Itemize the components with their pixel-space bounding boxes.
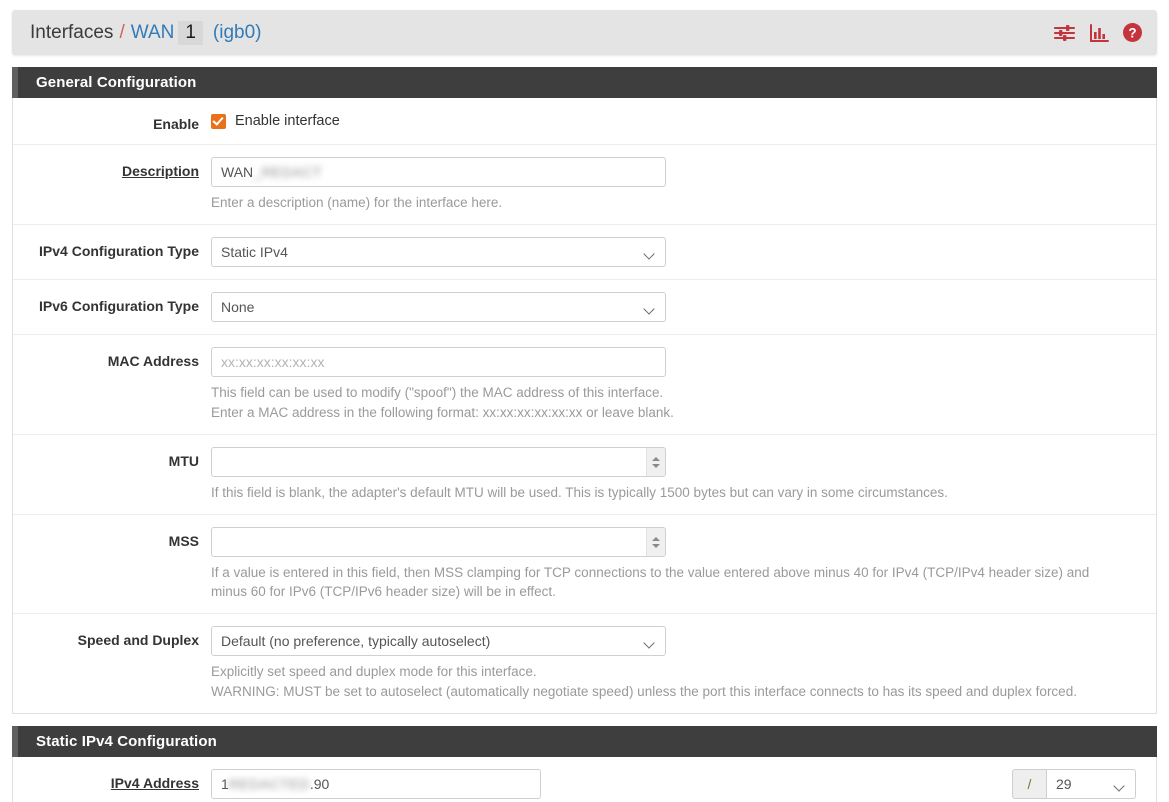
ipv4-address-value-redacted: REDACTED (228, 776, 310, 792)
general-configuration-title: General Configuration (12, 67, 1157, 98)
ipv6-config-type-control: None (211, 292, 1156, 322)
mtu-input[interactable] (211, 447, 666, 477)
speed-duplex-control: Default (no preference, typically autose… (211, 626, 1156, 701)
form-row-mac-address: MAC Address This field can be used to mo… (13, 335, 1156, 435)
header-icon-group: ? (1054, 22, 1143, 43)
mac-address-help-line1: This field can be used to modify ("spoof… (211, 385, 664, 400)
form-row-ipv4-config-type: IPv4 Configuration Type Static IPv4 (13, 225, 1156, 280)
speed-duplex-select[interactable]: Default (no preference, typically autose… (211, 626, 666, 656)
mac-address-control: This field can be used to modify ("spoof… (211, 347, 1156, 422)
breadcrumb-bar: Interfaces / WAN 1 (igb0) ? (12, 10, 1157, 55)
general-configuration-panel: General Configuration Enable Enable inte… (12, 67, 1157, 714)
description-help: Enter a description (name) for the inter… (211, 195, 503, 210)
form-row-speed-duplex: Speed and Duplex Default (no preference,… (13, 614, 1156, 713)
ipv4-address-input[interactable]: 1 REDACTED .90 (211, 769, 541, 799)
mss-help: If a value is entered in this field, the… (211, 565, 1090, 599)
label-enable: Enable (153, 116, 199, 132)
mac-address-help-line2: Enter a MAC address in the following for… (211, 405, 674, 420)
description-input[interactable]: WAN _REDACT (211, 157, 666, 187)
ipv4-prefix-value: 29 (1056, 776, 1072, 792)
breadcrumb-interface-badge: 1 (178, 20, 203, 45)
label-ipv4-address[interactable]: IPv4 Address (13, 769, 211, 791)
breadcrumb-separator: / (119, 21, 125, 43)
svg-text:?: ? (1128, 25, 1136, 40)
mss-input-wrap (211, 527, 666, 557)
static-ipv4-title: Static IPv4 Configuration (12, 726, 1157, 757)
breadcrumb-interface-link[interactable]: WAN (131, 22, 175, 44)
form-row-description: Description WAN _REDACT Enter a descripti… (13, 145, 1156, 225)
description-control: WAN _REDACT Enter a description (name) fo… (211, 157, 1156, 212)
label-ipv4-config-type: IPv4 Configuration Type (39, 243, 199, 259)
ipv4-address-control: 1 REDACTED .90 / 29 (211, 769, 1156, 799)
speed-duplex-value: Default (no preference, typically autose… (221, 633, 491, 649)
mss-input[interactable] (211, 527, 666, 557)
ipv4-address-value-suffix: .90 (309, 776, 330, 792)
ipv6-config-type-value: None (221, 299, 255, 315)
ipv4-config-type-value: Static IPv4 (221, 244, 288, 260)
description-value-redacted: _REDACT (253, 164, 323, 180)
mtu-control: If this field is blank, the adapter's de… (211, 447, 1156, 502)
ipv4-config-type-control: Static IPv4 (211, 237, 1156, 267)
ipv4-prefix-select[interactable]: 29 (1046, 769, 1136, 799)
ipv4-prefix-group: / 29 (1012, 769, 1136, 799)
breadcrumb-root: Interfaces (30, 21, 114, 43)
form-row-ipv6-config-type: IPv6 Configuration Type None (13, 280, 1156, 335)
ipv6-config-type-select[interactable]: None (211, 292, 666, 322)
label-speed-duplex: Speed and Duplex (77, 632, 199, 648)
help-icon[interactable]: ? (1122, 22, 1143, 43)
general-configuration-body: Enable Enable interface Description WAN _… (12, 98, 1157, 714)
speed-duplex-help-line2: WARNING: MUST be set to autoselect (auto… (211, 684, 1077, 699)
form-row-mss: MSS If a value is entered in this field,… (13, 515, 1156, 614)
label-ipv6-config-type: IPv6 Configuration Type (39, 298, 199, 314)
ipv4-prefix-addon: / (1012, 769, 1046, 799)
label-mac-address: MAC Address (107, 353, 199, 369)
speed-duplex-help-line1: Explicitly set speed and duplex mode for… (211, 664, 537, 679)
description-value-visible: WAN (221, 164, 254, 180)
check-icon[interactable] (211, 113, 226, 129)
form-row-ipv4-address: IPv4 Address 1 REDACTED .90 / 29 (13, 757, 1156, 802)
enable-control: Enable interface (211, 110, 1156, 129)
form-row-mtu: MTU If this field is blank, the adapter'… (13, 435, 1156, 515)
breadcrumb-device-name: (igb0) (212, 21, 262, 43)
static-ipv4-panel: Static IPv4 Configuration IPv4 Address 1… (12, 726, 1157, 802)
label-mtu: MTU (168, 453, 199, 469)
mtu-input-wrap (211, 447, 666, 477)
sliders-icon[interactable] (1054, 23, 1076, 43)
spinner-icon[interactable] (646, 528, 665, 556)
enable-interface-label: Enable interface (235, 113, 340, 129)
ipv4-address-value-prefix: 1 (221, 776, 229, 792)
static-ipv4-body: IPv4 Address 1 REDACTED .90 / 29 (12, 757, 1157, 802)
ipv4-config-type-select[interactable]: Static IPv4 (211, 237, 666, 267)
form-row-enable: Enable Enable interface (13, 98, 1156, 145)
spinner-icon[interactable] (646, 448, 665, 476)
enable-interface-checkbox-row[interactable]: Enable interface (211, 110, 1136, 129)
mss-control: If a value is entered in this field, the… (211, 527, 1156, 601)
mtu-help: If this field is blank, the adapter's de… (211, 485, 948, 500)
label-mss: MSS (168, 533, 199, 549)
label-description[interactable]: Description (13, 157, 211, 179)
mac-address-input[interactable] (211, 347, 666, 377)
ipv4-address-row: 1 REDACTED .90 / 29 (211, 769, 1156, 799)
chart-icon[interactable] (1089, 23, 1109, 43)
